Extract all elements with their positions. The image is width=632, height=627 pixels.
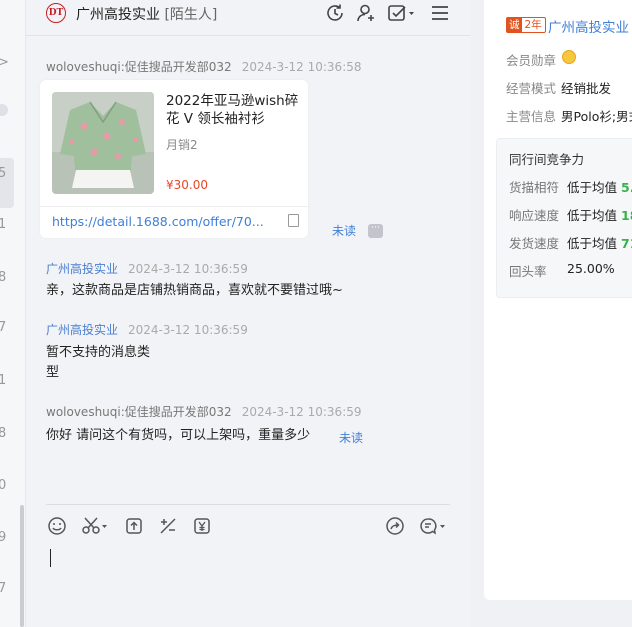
message-time: 2024-3-12 10:36:59 <box>241 405 362 419</box>
message-meta: 广州高投实业 2024-3-12 10:36:59 <box>46 321 248 338</box>
message-text: 型 <box>46 365 60 380</box>
message-meta: woloveshuqi:促佳搜品开发部032 2024-3-12 10:36:58 <box>46 58 362 75</box>
product-sales: 月销2 <box>166 138 198 152</box>
list-item-indicator <box>0 104 8 116</box>
more-options-icon[interactable]: ··· <box>368 224 383 238</box>
sender-name: woloveshuqi:促佳搜品开发部032 <box>46 405 232 419</box>
list-item-fragment[interactable]: 5 <box>0 166 6 181</box>
task-menu-icon[interactable] <box>386 2 416 24</box>
metric-value: 低于均值18 <box>567 208 632 223</box>
competitiveness-box: 同行间竞争力 货描相符 低于均值5.2 响应速度 低于均值18 发货速度 低于均… <box>496 138 632 298</box>
message-text: 你好 请问这个有货吗，可以上架吗，重量多少 <box>46 428 311 443</box>
metric-label: 回头率 <box>509 264 547 279</box>
input-divider <box>46 504 450 505</box>
business-model: 经销批发 <box>561 81 612 96</box>
list-item-fragment[interactable]: 8 <box>0 270 6 285</box>
metric-label: 货描相符 <box>509 180 560 195</box>
product-price: ¥30.00 <box>166 178 208 192</box>
quick-reply-icon[interactable] <box>418 516 448 536</box>
product-photo-icon <box>52 92 154 194</box>
message-time: 2024-3-12 10:36:59 <box>128 323 248 337</box>
message-meta: woloveshuqi:促佳搜品开发部032 2024-3-12 10:36:59 <box>46 403 362 420</box>
list-scrollbar[interactable] <box>20 505 24 627</box>
product-link[interactable]: https://detail.1688.com/offer/70... <box>52 214 264 229</box>
list-item-fragment[interactable]: 1 <box>0 373 6 388</box>
metric-value: 低于均值71 <box>567 236 632 251</box>
sender-name: 广州高投实业 <box>46 323 119 337</box>
add-contact-icon[interactable] <box>355 2 377 24</box>
emoji-icon[interactable] <box>47 516 67 536</box>
medal-icon <box>562 50 576 64</box>
relationship-tag: [陌生人] <box>164 7 218 23</box>
competitiveness-title: 同行间竞争力 <box>509 152 585 167</box>
list-item-fragment[interactable]: 8 <box>0 426 6 441</box>
badge-years: 2年 <box>524 19 542 31</box>
list-item-fragment[interactable]: 7 <box>0 320 6 335</box>
conversation-list-strip: > 5 1 8 7 1 8 0 9 7 <box>0 0 26 627</box>
list-item-fragment[interactable]: > <box>0 55 9 70</box>
message-time: 2024-3-12 10:36:58 <box>241 60 362 74</box>
product-image[interactable] <box>52 92 154 194</box>
message-time: 2024-3-12 10:36:59 <box>128 262 248 276</box>
unread-status: 未读 <box>332 224 357 238</box>
list-item-fragment[interactable]: 7 <box>0 581 6 596</box>
calculator-icon[interactable] <box>158 516 178 536</box>
info-label: 会员勋章 <box>506 53 557 68</box>
unread-status: 未读 <box>339 431 364 445</box>
info-label: 经营模式 <box>506 81 557 96</box>
message-text: 亲，这款商品是店铺热销商品，喜欢就不要错过哦~ <box>46 283 343 298</box>
sender-name: woloveshuqi:促佳搜品开发部032 <box>46 60 232 74</box>
metric-value: 低于均值5.2 <box>567 180 632 195</box>
list-item-fragment[interactable]: 1 <box>0 217 6 232</box>
screenshot-icon[interactable] <box>81 516 109 536</box>
shop-logo: DT <box>46 3 66 23</box>
badge-mark: 诚 <box>507 18 522 32</box>
shop-title: 广州高投实业 [陌生人] <box>76 4 217 24</box>
message-input[interactable] <box>46 544 450 614</box>
membership-badge: 诚 2年 <box>506 17 546 33</box>
chat-header: DT 广州高投实业 [陌生人] <box>26 0 470 36</box>
history-icon[interactable] <box>324 2 346 24</box>
list-item-fragment[interactable]: 0 <box>0 478 6 493</box>
metric-label: 响应速度 <box>509 208 560 223</box>
sender-name: 广州高投实业 <box>46 262 119 276</box>
product-card[interactable]: 2022年亚马逊wish碎花 V 领长袖衬衫 月销2 ¥30.00 https:… <box>40 80 308 238</box>
chat-pane: DT 广州高投实业 [陌生人] woloveshuqi:促佳搜品开发部032 20… <box>26 0 470 627</box>
upload-icon[interactable] <box>124 516 144 536</box>
info-label: 主营信息 <box>506 109 557 124</box>
text-caret <box>50 549 51 567</box>
product-title[interactable]: 2022年亚马逊wish碎花 V 领长袖衬衫 <box>166 92 302 128</box>
document-icon[interactable] <box>288 214 299 227</box>
metric-label: 发货速度 <box>509 236 560 251</box>
list-item-fragment[interactable]: 9 <box>0 530 6 545</box>
share-icon[interactable] <box>385 516 405 536</box>
message-meta: 广州高投实业 2024-3-12 10:36:59 <box>46 260 248 277</box>
card-divider <box>40 206 308 207</box>
shop-name: 广州高投实业 <box>76 7 160 23</box>
main-products: 男Polo衫;男式 <box>561 109 632 124</box>
metric-value: 25.00% <box>567 261 615 276</box>
menu-icon[interactable] <box>429 2 451 24</box>
company-name[interactable]: 广州高投实业 <box>548 16 629 36</box>
message-text: 暂不支持的消息类 <box>46 345 151 360</box>
shop-info-panel: 诚 2年 广州高投实业 会员勋章 经营模式 经销批发 主营信息 男Polo衫;男… <box>484 0 632 600</box>
price-tag-icon[interactable] <box>192 516 212 536</box>
